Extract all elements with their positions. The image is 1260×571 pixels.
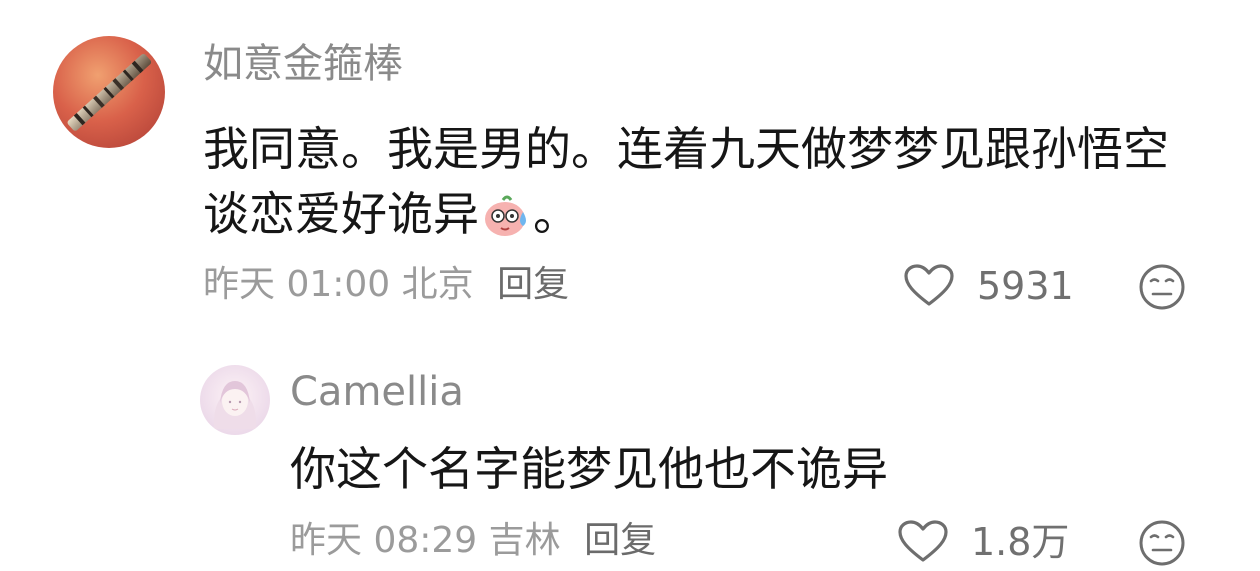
dislike-button[interactable] <box>1138 263 1186 315</box>
neutral-face-icon <box>1139 264 1185 310</box>
user-avatar[interactable] <box>53 36 165 148</box>
sweating-pig-emoji-icon <box>483 190 531 255</box>
heart-outline-icon <box>904 264 954 306</box>
comment-text-part: 。 <box>533 187 579 242</box>
like-count: 1.8万 <box>971 520 1070 564</box>
dislike-button[interactable] <box>1138 519 1186 571</box>
user-avatar[interactable] <box>200 365 270 435</box>
username[interactable]: Camellia <box>290 372 464 412</box>
heart-outline-icon <box>898 520 948 562</box>
golden-staff-avatar-icon <box>53 36 165 148</box>
girl-portrait-avatar-icon <box>200 365 270 435</box>
comment-time: 昨天 08:29 <box>290 520 478 561</box>
like-button[interactable]: 5931 <box>903 264 1074 308</box>
comment-text-part: 我同意。我是男的。连着九天做梦梦见跟孙悟空谈恋爱好诡异 <box>203 122 1169 242</box>
like-button[interactable]: 1.8万 <box>897 520 1069 564</box>
username[interactable]: 如意金箍棒 <box>203 44 403 84</box>
neutral-face-icon <box>1139 520 1185 566</box>
reply-button[interactable]: 回复 <box>584 520 656 561</box>
comment-time: 昨天 01:00 <box>203 264 391 305</box>
comment-meta: 昨天 08:29 吉林 回复 <box>290 523 656 559</box>
comment-location: 北京 <box>401 264 474 305</box>
comment-text: 我同意。我是男的。连着九天做梦梦见跟孙悟空谈恋爱好诡异 。 <box>203 117 1213 256</box>
reply-button[interactable]: 回复 <box>497 264 569 305</box>
comment-text: 你这个名字能梦见他也不诡异 <box>290 442 888 496</box>
like-count: 5931 <box>977 264 1074 308</box>
comment-meta: 昨天 01:00 北京 回复 <box>203 267 569 303</box>
comment-location: 吉林 <box>488 520 561 561</box>
